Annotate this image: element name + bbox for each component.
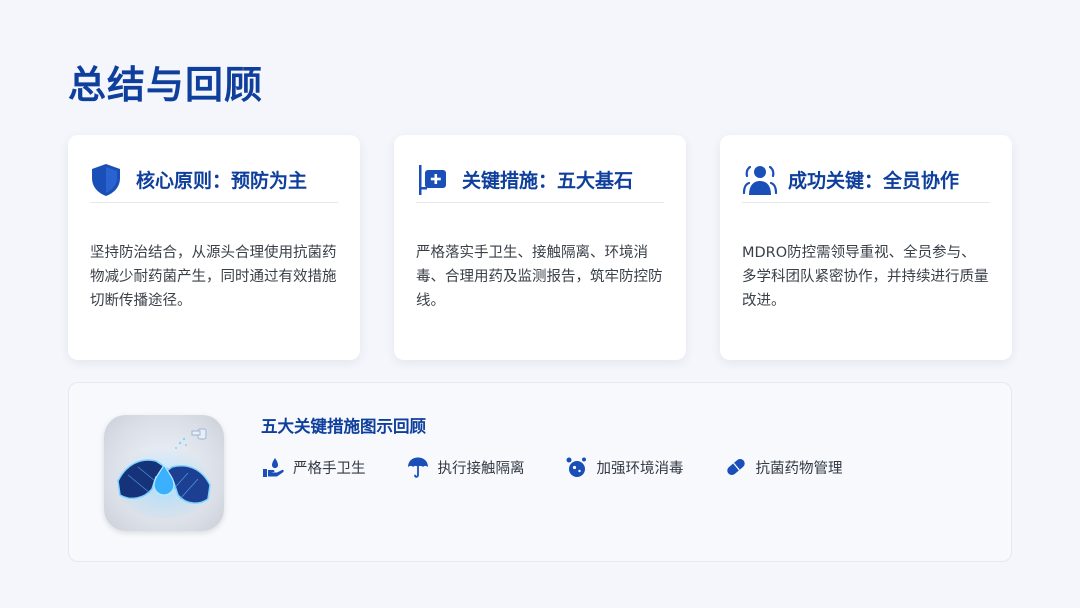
measure-item-environment-disinfection: 加强环境消毒	[565, 455, 684, 479]
measure-label: 严格手卫生	[293, 460, 366, 477]
measure-label: 执行接触隔离	[437, 460, 525, 477]
shield-icon	[90, 162, 126, 198]
medical-kit-icon	[416, 162, 452, 198]
card-header: 关键措施：五大基石	[416, 157, 664, 203]
measure-item-contact-isolation: 执行接触隔离	[406, 455, 525, 479]
card-title: 成功关键：全员协作	[788, 170, 960, 192]
measure-item-hand-hygiene: 严格手卫生	[261, 455, 366, 479]
card-body: 严格落实手卫生、接触隔离、环境消毒、合理用药及监测报告，筑牢防控防线。	[416, 245, 663, 309]
measure-label: 加强环境消毒	[596, 460, 684, 477]
summary-panel: 五大关键措施图示回顾 严格手卫生 执行接触隔离 加强环境消毒 抗菌药物管理	[68, 382, 1012, 562]
page-title: 总结与回顾	[68, 63, 264, 107]
card-header: 成功关键：全员协作	[742, 157, 990, 203]
card-success-key: 成功关键：全员协作 MDRO防控需领导重视、全员参与、多学科团队紧密协作，并持续…	[720, 135, 1012, 360]
measure-label: 抗菌药物管理	[755, 460, 843, 477]
handwashing-illustration	[104, 415, 224, 531]
bacteria-icon	[565, 455, 589, 479]
card-title: 关键措施：五大基石	[462, 170, 634, 192]
umbrella-icon	[406, 455, 430, 479]
card-core-principle: 核心原则：预防为主 坚持防治结合，从源头合理使用抗菌药物减少耐药菌产生，同时通过…	[68, 135, 360, 360]
card-key-measures: 关键措施：五大基石 严格落实手卫生、接触隔离、环境消毒、合理用药及监测报告，筑牢…	[394, 135, 686, 360]
panel-title: 五大关键措施图示回顾	[261, 417, 426, 436]
card-body: 坚持防治结合，从源头合理使用抗菌药物减少耐药菌产生，同时通过有效措施切断传播途径…	[90, 245, 337, 309]
card-title: 核心原则：预防为主	[136, 170, 308, 192]
pill-icon	[724, 455, 748, 479]
card-header: 核心原则：预防为主	[90, 157, 338, 203]
card-body: MDRO防控需领导重视、全员参与、多学科团队紧密协作，并持续进行质量改进。	[742, 245, 989, 309]
team-icon	[742, 162, 778, 198]
measure-item-antibiotic-management: 抗菌药物管理	[724, 455, 843, 479]
measures-list: 严格手卫生 执行接触隔离 加强环境消毒 抗菌药物管理	[261, 455, 883, 479]
hand-hygiene-icon	[261, 455, 285, 479]
